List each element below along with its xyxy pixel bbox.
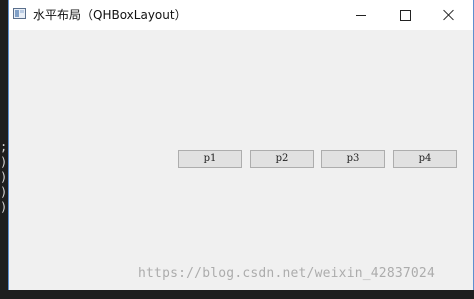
window-title: 水平布局（QHBoxLayout）	[33, 8, 187, 22]
close-button[interactable]	[427, 0, 471, 30]
maximize-icon	[399, 9, 411, 21]
close-icon	[443, 9, 455, 21]
maximize-button[interactable]	[383, 0, 427, 30]
app-window: 水平布局（QHBoxLayout） p1 p2 p3 p4	[8, 0, 474, 290]
app-window-icon[interactable]	[13, 8, 26, 19]
watermark-text: https://blog.csdn.net/weixin_42837024	[138, 266, 435, 281]
p1-button[interactable]: p1	[178, 150, 242, 168]
hbox-layout-area: p1 p2 p3 p4	[9, 30, 473, 290]
minimize-icon	[356, 14, 366, 16]
title-bar[interactable]: 水平布局（QHBoxLayout）	[9, 0, 473, 30]
p4-button[interactable]: p4	[393, 150, 457, 168]
minimize-button[interactable]	[339, 0, 383, 30]
p2-button[interactable]: p2	[250, 150, 314, 168]
p3-button[interactable]: p3	[321, 150, 385, 168]
